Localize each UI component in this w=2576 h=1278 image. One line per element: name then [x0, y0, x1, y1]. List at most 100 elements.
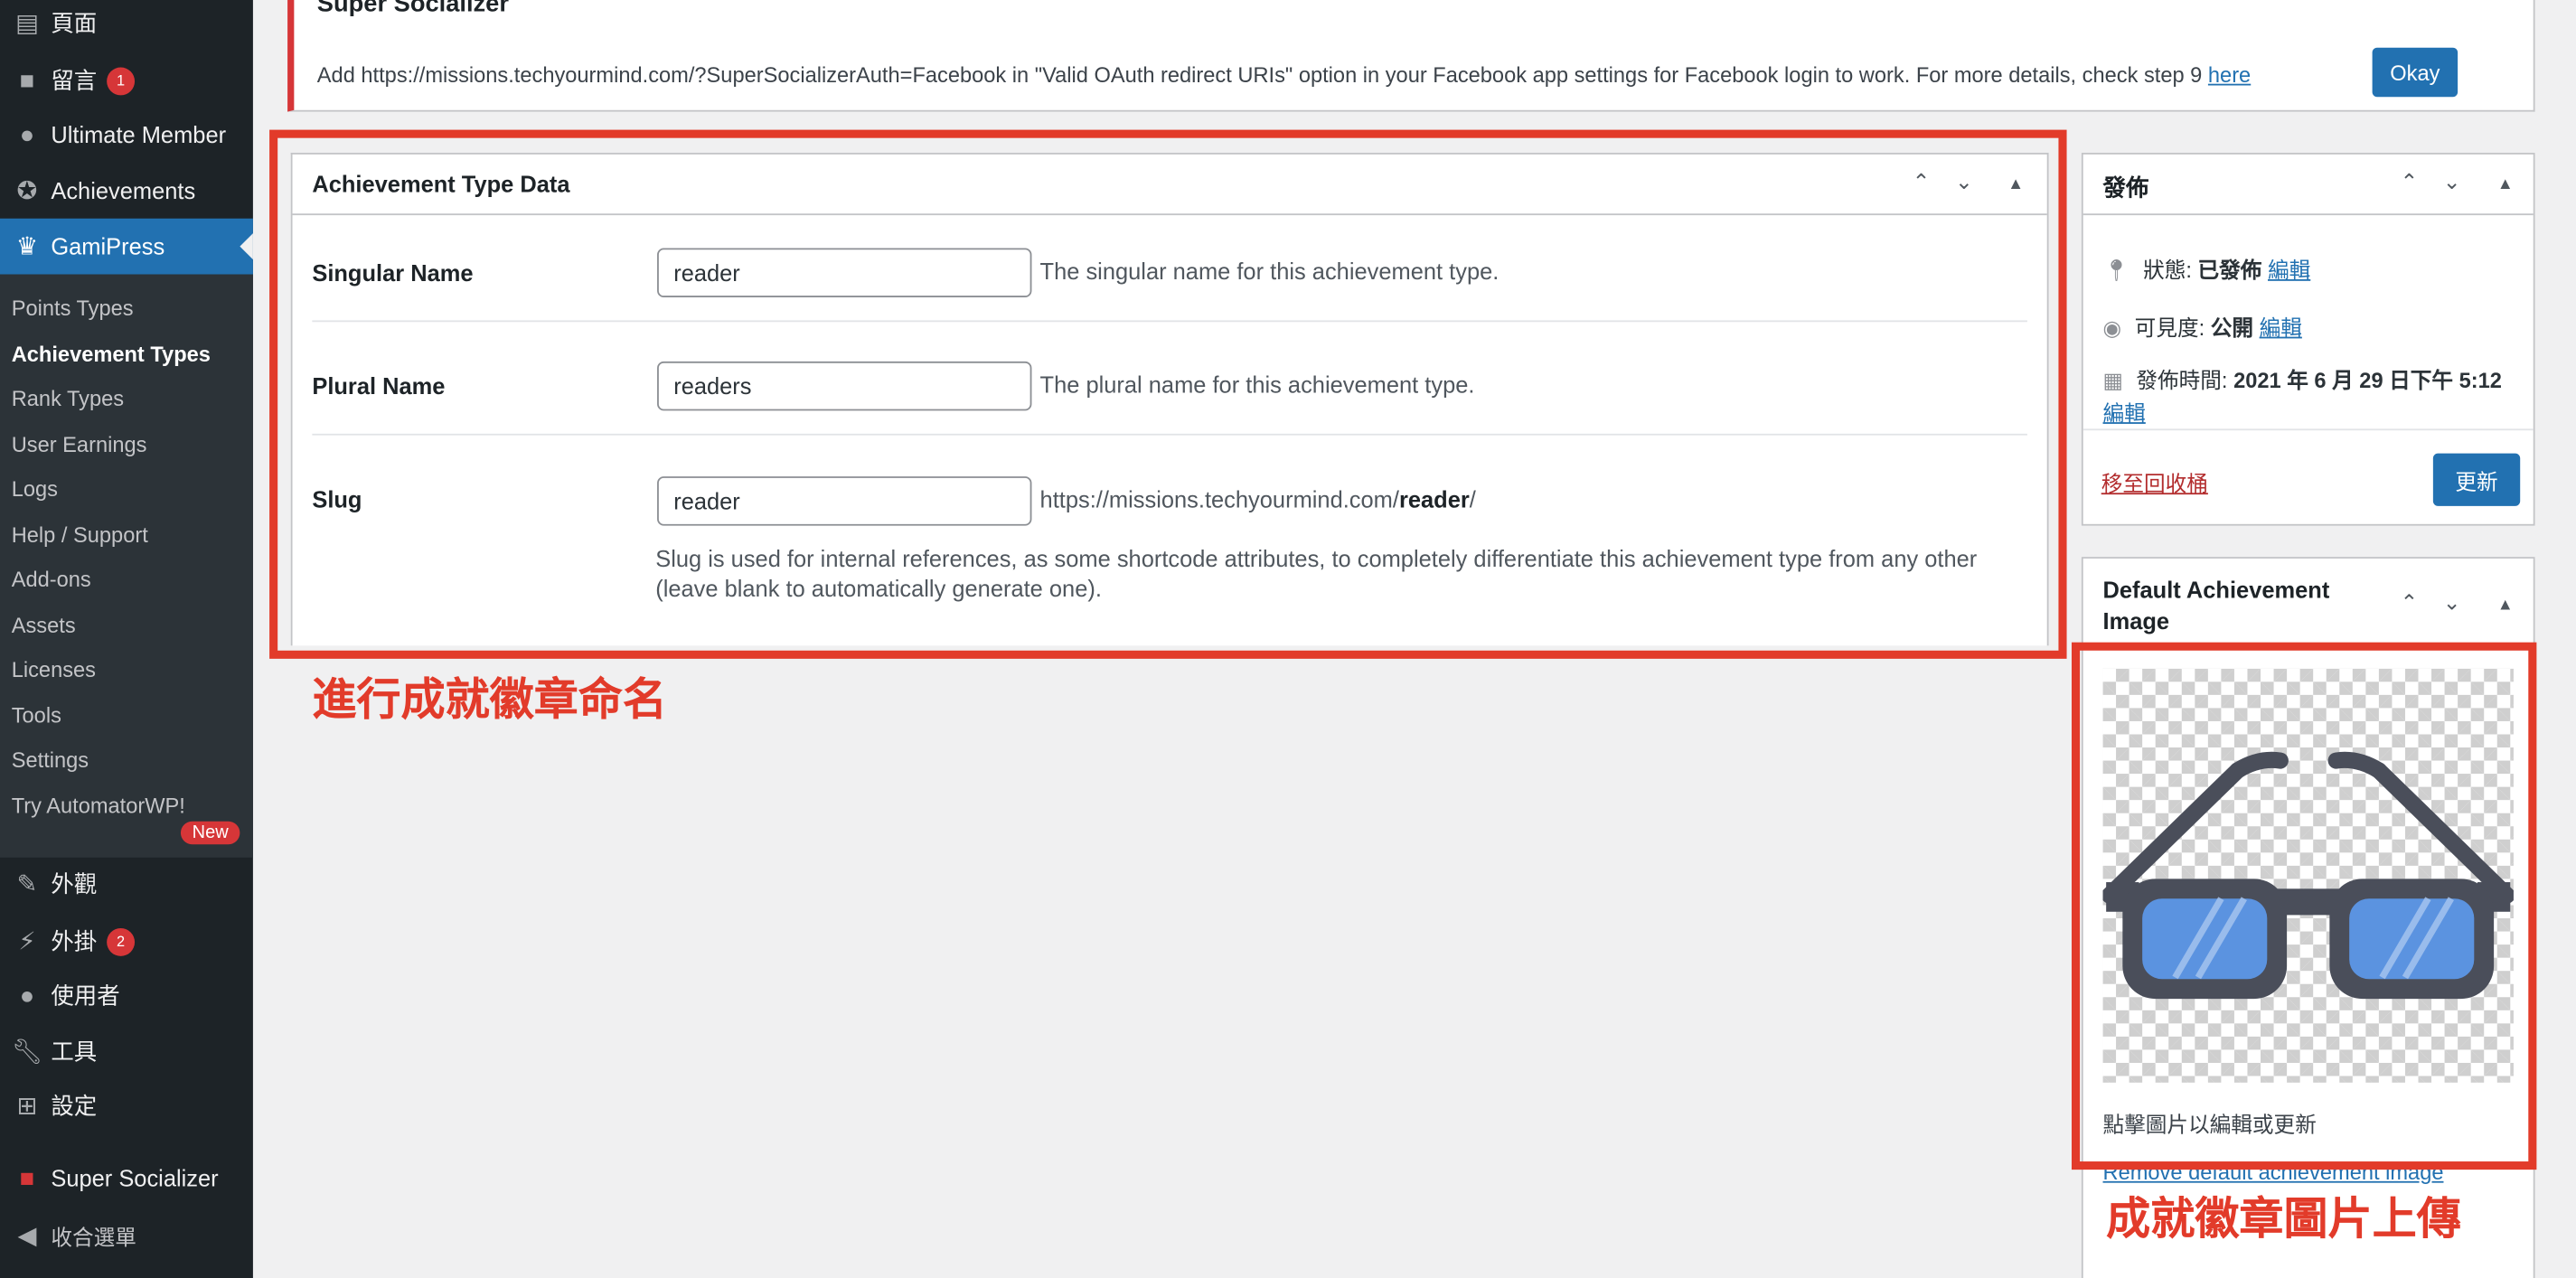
menu-item-settings[interactable]: ⊞ 設定 — [0, 1077, 253, 1133]
toggle-panel-icon[interactable]: ▲ — [2007, 175, 2024, 193]
submenu-settings[interactable]: Settings — [12, 747, 89, 772]
plural-name-label: Plural Name — [312, 372, 446, 399]
submenu-assets[interactable]: Assets — [12, 613, 76, 637]
image-edit-hint: 點擊圖片以編輯或更新 — [2102, 1112, 2317, 1137]
move-up-icon[interactable]: ⌃ — [2401, 169, 2419, 195]
move-up-icon[interactable]: ⌃ — [2401, 590, 2419, 616]
move-down-icon[interactable]: ⌄ — [2443, 590, 2461, 616]
gamipress-submenu: Points Types Achievement Types Rank Type… — [0, 274, 253, 858]
postbox-header: Achievement Type Data ⌃ ⌄ ▲ — [292, 155, 2047, 216]
comment-count-badge: 1 — [107, 66, 136, 95]
achievement-image[interactable] — [2101, 668, 2515, 1083]
postbox-title: Default Achievement Image — [2102, 576, 2330, 634]
annotation-name-achievement: 進行成就徽章命名 — [312, 675, 667, 725]
slug-input[interactable] — [657, 476, 1032, 526]
super-socializer-notice: Super Socializer Add https://missions.te… — [287, 0, 2535, 112]
menu-item-pages[interactable]: ▤ 頁面 — [0, 0, 253, 51]
users-icon: ● — [19, 982, 35, 1010]
singular-name-label: Singular Name — [312, 259, 474, 287]
move-down-icon[interactable]: ⌄ — [1955, 169, 1973, 195]
collapse-icon: ◀ — [17, 1222, 37, 1251]
settings-icon: ⊞ — [16, 1092, 38, 1121]
move-down-icon[interactable]: ⌄ — [2443, 169, 2461, 195]
notice-title: Super Socializer — [316, 0, 509, 18]
menu-label: 外觀 — [51, 870, 98, 897]
award-icon: ✪ — [16, 177, 38, 206]
menu-label: 工具 — [51, 1038, 98, 1065]
notice-message: Add https://missions.techyourmind.com/?S… — [316, 62, 2208, 88]
menu-item-appearance[interactable]: ✎ 外觀 — [0, 856, 253, 912]
submenu-tools[interactable]: Tools — [12, 703, 61, 728]
status-row: 📍︎ 狀態: 已發佈 編輯 — [2103, 253, 2311, 285]
submenu-user-earnings[interactable]: User Earnings — [12, 432, 147, 456]
menu-item-super-socializer[interactable]: ■ Super Socializer — [0, 1150, 253, 1206]
submenu-logs[interactable]: Logs — [12, 476, 58, 501]
status-value: 已發佈 — [2197, 258, 2262, 283]
move-up-icon[interactable]: ⌃ — [1913, 169, 1931, 195]
row-divider — [312, 433, 2027, 436]
new-badge: New — [180, 821, 240, 845]
submenu-add-ons[interactable]: Add-ons — [12, 567, 91, 591]
menu-item-ultimate-member[interactable]: ● Ultimate Member — [0, 107, 253, 163]
menu-label: 收合選單 — [51, 1225, 136, 1250]
comments-icon: ■ — [19, 66, 35, 95]
date-value: 2021 年 6 月 29 日下午 5:12 — [2233, 368, 2502, 393]
calendar-icon: ▦ — [2102, 368, 2123, 393]
postbox-header: 發佈 ⌃ ⌄ ▲ — [2082, 155, 2534, 216]
submenu-achievement-types[interactable]: Achievement Types — [12, 342, 211, 366]
edit-date-row: 編輯 — [2103, 396, 2146, 428]
row-divider — [312, 320, 2027, 323]
collapse-menu-button[interactable]: ◀ 收合選單 — [0, 1208, 253, 1264]
plugins-icon: ⚡ — [18, 927, 36, 956]
slug-url-preview: https://missions.techyourmind.com/reader… — [1040, 486, 1476, 512]
plural-name-input[interactable] — [657, 361, 1032, 411]
slug-url-trailing: / — [1469, 486, 1476, 513]
menu-label: Super Socializer — [51, 1164, 219, 1191]
notice-text: Add https://missions.techyourmind.com/?S… — [317, 62, 2251, 87]
menu-item-tools[interactable]: 🔧︎ 工具 — [0, 1023, 253, 1079]
update-button[interactable]: 更新 — [2432, 453, 2521, 506]
pages-icon: ▤ — [15, 9, 39, 38]
status-label: 狀態: — [2143, 258, 2198, 283]
submenu-points-types[interactable]: Points Types — [12, 296, 134, 320]
toggle-panel-icon[interactable]: ▲ — [2497, 175, 2514, 193]
admin-sidebar: ▤ 頁面 ■ 留言 1 ● Ultimate Member ✪ Achievem… — [0, 0, 253, 1278]
tools-icon: 🔧︎ — [11, 1038, 43, 1067]
singular-name-description: The singular name for this achievement t… — [1039, 258, 1500, 285]
plural-name-description: The plural name for this achievement typ… — [1039, 371, 1475, 398]
okay-button[interactable]: Okay — [2372, 47, 2458, 98]
eye-icon: ◉ — [2102, 315, 2122, 341]
remove-image-link[interactable]: Remove default achievement image — [2103, 1160, 2444, 1184]
menu-label: GamiPress — [51, 233, 165, 260]
user-icon: ● — [19, 120, 35, 149]
visibility-row: ◉ 可見度: 公開 編輯 — [2103, 311, 2302, 343]
edit-date-link[interactable]: 編輯 — [2103, 400, 2146, 425]
menu-item-plugins[interactable]: ⚡ 外掛 2 — [0, 914, 253, 970]
postbox-title: 發佈 — [2102, 174, 2149, 201]
menu-label: 頁面 — [51, 9, 98, 36]
submenu-rank-types[interactable]: Rank Types — [12, 386, 124, 410]
menu-item-comments[interactable]: ■ 留言 1 — [0, 52, 253, 108]
visibility-label: 可見度: — [2134, 315, 2211, 341]
menu-label: Ultimate Member — [51, 121, 227, 148]
menu-label: 留言 — [51, 67, 98, 94]
notice-here-link[interactable]: here — [2208, 62, 2251, 87]
submenu-help-support[interactable]: Help / Support — [12, 522, 148, 547]
pin-icon: 📍︎ — [2102, 258, 2130, 283]
date-label: 發佈時間: — [2136, 368, 2234, 393]
move-to-trash-link[interactable]: 移至回收桶 — [2101, 466, 2208, 498]
submenu-licenses[interactable]: Licenses — [12, 657, 96, 681]
slug-url-slug: reader — [1398, 486, 1470, 513]
menu-label: 使用者 — [51, 982, 120, 1010]
menu-item-users[interactable]: ● 使用者 — [0, 968, 253, 1024]
menu-label: 設定 — [51, 1092, 98, 1119]
edit-status-link[interactable]: 編輯 — [2268, 258, 2310, 282]
menu-item-gamipress[interactable]: ♛ GamiPress — [0, 218, 253, 275]
toggle-panel-icon[interactable]: ▲ — [2497, 597, 2514, 615]
slug-url-base: https://missions.techyourmind.com/ — [1039, 486, 1399, 513]
plugin-update-badge: 2 — [107, 927, 136, 955]
singular-name-input[interactable] — [657, 248, 1032, 297]
edit-visibility-link[interactable]: 編輯 — [2260, 315, 2302, 340]
menu-item-achievements[interactable]: ✪ Achievements — [0, 163, 253, 219]
submenu-try-automatorwp[interactable]: Try AutomatorWP! — [12, 794, 185, 818]
